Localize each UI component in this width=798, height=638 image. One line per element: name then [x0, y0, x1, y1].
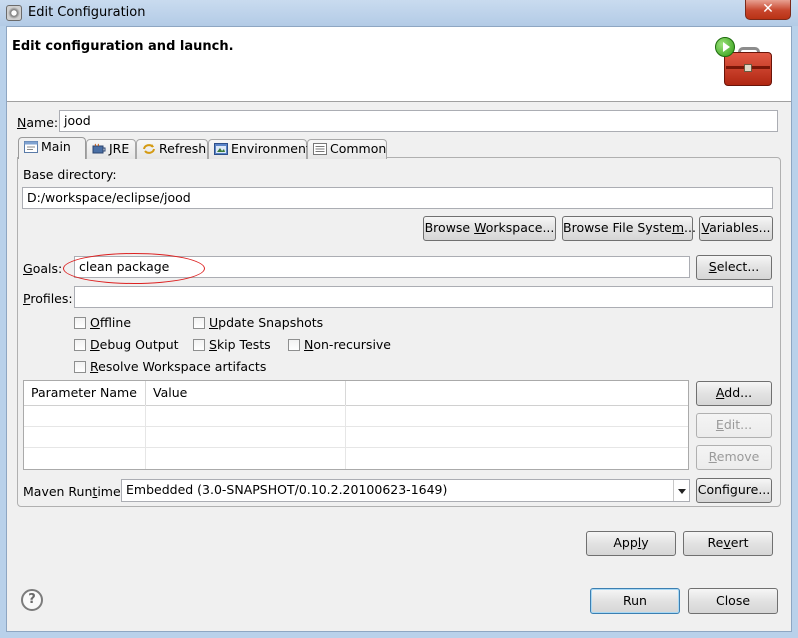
- window-title: Edit Configuration: [28, 5, 146, 20]
- annotation-ellipse: [63, 253, 205, 284]
- help-icon[interactable]: ?: [21, 589, 43, 611]
- maven-runtime-label: Maven Runtime:: [23, 484, 125, 499]
- name-input[interactable]: jood: [59, 110, 778, 132]
- tab-jre[interactable]: JRE: [86, 139, 136, 159]
- tab-common[interactable]: Common: [307, 139, 387, 159]
- tab-jre-label: JRE: [109, 141, 130, 156]
- configure-runtime-button[interactable]: Configure...: [696, 478, 772, 503]
- tab-main[interactable]: Main: [18, 137, 86, 159]
- close-button[interactable]: Close: [688, 588, 778, 614]
- column-header-value[interactable]: Value: [146, 381, 346, 405]
- main-tab-icon: [24, 141, 38, 153]
- column-header-extra: [346, 381, 688, 405]
- skip-tests-label: Skip Tests: [209, 337, 271, 352]
- select-goals-button[interactable]: Select...: [696, 255, 772, 280]
- remove-parameter-button[interactable]: Remove: [696, 445, 772, 470]
- maven-runtime-value: Embedded (3.0-SNAPSHOT/0.10.2.20100623-1…: [126, 482, 448, 497]
- skip-tests-checkbox[interactable]: [193, 339, 205, 351]
- resolve-workspace-label: Resolve Workspace artifacts: [90, 359, 267, 374]
- browse-workspace-button[interactable]: Browse Workspace...: [423, 216, 556, 241]
- tab-environment[interactable]: Environment: [208, 139, 311, 159]
- table-row[interactable]: [24, 447, 688, 448]
- apply-button[interactable]: Apply: [586, 531, 676, 556]
- table-row[interactable]: [24, 426, 688, 427]
- tab-refresh[interactable]: Refresh: [136, 139, 208, 159]
- header-title: Edit configuration and launch.: [12, 39, 234, 54]
- column-divider: [145, 405, 146, 469]
- update-snapshots-label: Update Snapshots: [209, 315, 324, 330]
- header-divider: [24, 405, 688, 406]
- name-label: Name:: [17, 115, 59, 130]
- base-directory-label: Base directory:: [23, 167, 117, 182]
- tab-refresh-label: Refresh: [159, 141, 207, 156]
- run-button[interactable]: Run: [590, 588, 680, 614]
- edit-parameter-button[interactable]: Edit...: [696, 413, 772, 438]
- refresh-icon: [143, 144, 155, 154]
- column-divider: [345, 405, 346, 469]
- column-header-parameter-name[interactable]: Parameter Name: [24, 381, 146, 405]
- profiles-label: Profiles:: [23, 291, 73, 306]
- variables-button[interactable]: Variables...: [699, 216, 773, 241]
- resolve-workspace-checkbox[interactable]: [74, 361, 86, 373]
- debug-output-label: Debug Output: [90, 337, 179, 352]
- profiles-input[interactable]: [74, 286, 773, 308]
- tab-main-label: Main: [41, 139, 71, 154]
- offline-checkbox[interactable]: [74, 317, 86, 329]
- debug-output-checkbox[interactable]: [74, 339, 86, 351]
- non-recursive-label: Non-recursive: [304, 337, 392, 352]
- goals-label: Goals:: [23, 261, 63, 276]
- revert-button[interactable]: Revert: [683, 531, 773, 556]
- chevron-down-icon[interactable]: [673, 480, 689, 501]
- non-recursive-checkbox[interactable]: [288, 339, 300, 351]
- update-snapshots-checkbox[interactable]: [193, 317, 205, 329]
- base-directory-input[interactable]: D:/workspace/eclipse/jood: [22, 187, 773, 209]
- tab-environment-label: Environment: [231, 141, 311, 156]
- offline-label: Offline: [90, 315, 132, 330]
- maven-runtime-select[interactable]: Embedded (3.0-SNAPSHOT/0.10.2.20100623-1…: [121, 479, 690, 502]
- app-icon: [6, 5, 22, 21]
- add-parameter-button[interactable]: Add...: [696, 381, 772, 406]
- parameters-table[interactable]: Parameter Name Value: [23, 380, 689, 470]
- common-icon: [313, 143, 327, 155]
- toolbox-icon-latch: [744, 64, 752, 72]
- browse-file-system-button[interactable]: Browse File System...: [562, 216, 696, 241]
- environment-icon: [214, 143, 228, 155]
- jre-icon: [92, 143, 106, 154]
- tab-common-label: Common: [330, 141, 387, 156]
- window-close-button[interactable]: ✕: [745, 0, 791, 20]
- run-icon: [715, 37, 735, 57]
